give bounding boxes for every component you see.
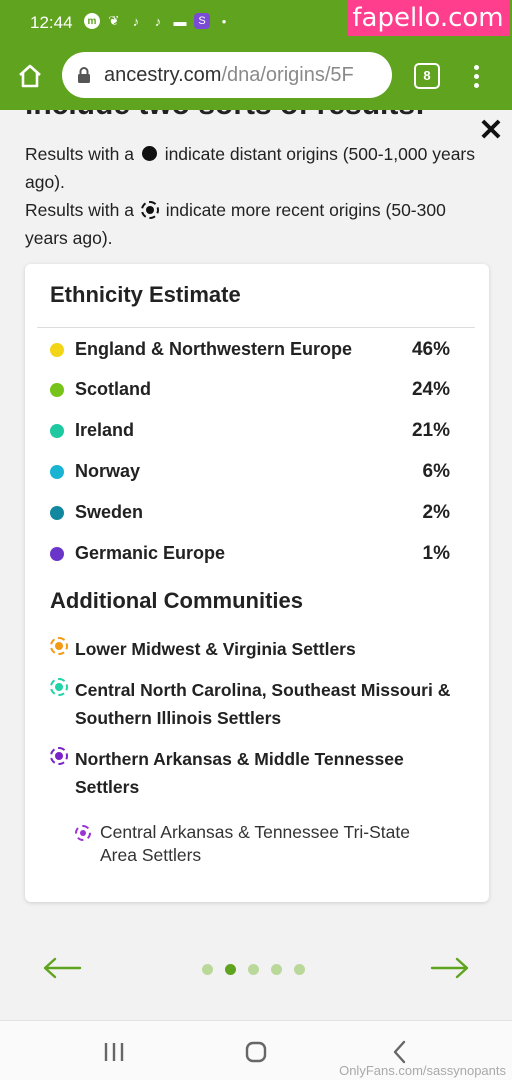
home-button-icon[interactable] [243, 1039, 269, 1065]
page-content: include two sorts of results: ✕ Results … [0, 110, 512, 1020]
app-notification-icon: S [194, 13, 210, 29]
ethnicity-row[interactable]: Germanic Europe 1% [50, 540, 450, 568]
page-dot[interactable] [294, 964, 305, 975]
next-arrow-icon[interactable] [430, 956, 470, 980]
intro-distant-prefix: Results with a [25, 144, 134, 164]
status-icons: m ❦ ♪ ♪ ▬ S • [84, 13, 232, 29]
tab-switcher-button[interactable]: 8 [414, 63, 440, 89]
url-domain: ancestry.com [104, 64, 222, 86]
ethnicity-percent: 2% [422, 502, 450, 523]
communities-title: Additional Communities [50, 588, 303, 613]
footer-watermark: OnlyFans.com/sassynopants [339, 1063, 506, 1078]
community-name: Lower Midwest & Virginia Settlers [75, 639, 356, 659]
overflow-menu-icon[interactable] [466, 62, 486, 92]
browser-top-bar: 12:44 m ❦ ♪ ♪ ▬ S • fapello.com ancestry… [0, 0, 512, 110]
ethnicity-name: Scotland [75, 379, 152, 399]
status-time: 12:44 [30, 13, 73, 32]
ethnicity-percent: 1% [422, 543, 450, 564]
sub-community-ring-icon [75, 825, 91, 841]
page-dot[interactable] [248, 964, 259, 975]
solid-dot-icon [141, 146, 157, 161]
url-text: ancestry.com/dna/origins/5F [104, 64, 354, 87]
ethnicity-name: England & Northwestern Europe [75, 339, 353, 359]
lock-icon [76, 66, 92, 84]
messenger-icon: m [84, 13, 100, 29]
community-row[interactable]: Central North Carolina, Southeast Missou… [50, 673, 460, 731]
chat-bubble-icon: ▬ [173, 13, 187, 29]
intro-recent-prefix: Results with a [25, 200, 134, 220]
page-dot[interactable] [271, 964, 282, 975]
section-heading: include two sorts of results: [25, 110, 425, 122]
previous-arrow-icon[interactable] [42, 956, 82, 980]
intro-recent: Results with a indicate more recent orig… [25, 196, 485, 252]
ethnicity-percent: 46% [411, 339, 450, 360]
page-dot[interactable] [202, 964, 213, 975]
ethnicity-row[interactable]: Norway 6% [50, 458, 450, 486]
back-icon[interactable] [387, 1039, 413, 1065]
home-icon[interactable] [16, 62, 44, 90]
card-title: Ethnicity Estimate [50, 282, 241, 307]
address-bar[interactable]: ancestry.com/dna/origins/5F [62, 52, 392, 98]
page-indicator-dots [202, 964, 305, 975]
tiktok-icon-2: ♪ [154, 13, 162, 29]
ethnicity-name: Norway [75, 461, 141, 481]
ethnicity-name: Ireland [75, 420, 135, 440]
ethnicity-color-dot [50, 547, 64, 561]
ethnicity-row[interactable]: Ireland 21% [50, 417, 450, 445]
community-ring-icon [50, 747, 68, 765]
dashed-ring-icon [140, 201, 159, 219]
ethnicity-color-dot [50, 343, 64, 357]
ethnicity-row[interactable]: Scotland 24% [50, 376, 450, 404]
ethnicity-color-dot [50, 383, 64, 397]
url-row: ancestry.com/dna/origins/5F 8 [0, 48, 512, 104]
community-name: Central North Carolina, Southeast Missou… [75, 680, 451, 728]
ethnicity-name: Sweden [75, 502, 144, 522]
ethnicity-name: Germanic Europe [75, 543, 226, 563]
carousel-pager [0, 950, 512, 990]
intro-distant: Results with a indicate distant origins … [25, 140, 485, 196]
ethnicity-color-dot [50, 506, 64, 520]
ethnicity-percent: 24% [411, 379, 450, 400]
sub-community-name: Central Arkansas & Tennessee Tri-State A… [100, 822, 410, 865]
ethnicity-row[interactable]: Sweden 2% [50, 499, 450, 527]
payment-icon: ❦ [108, 13, 120, 28]
ethnicity-percent: 6% [422, 461, 450, 482]
page-dot[interactable] [225, 964, 236, 975]
tiktok-icon: ♪ [132, 13, 140, 29]
recent-apps-icon[interactable] [101, 1039, 127, 1065]
watermark-banner: fapello.com [347, 0, 509, 36]
ethnicity-card: Ethnicity Estimate England & Northwester… [25, 264, 489, 902]
community-ring-icon [50, 678, 68, 696]
community-name: Northern Arkansas & Middle Tennessee Set… [75, 749, 404, 797]
divider [37, 327, 475, 328]
ethnicity-color-dot [50, 465, 64, 479]
community-row[interactable]: Lower Midwest & Virginia Settlers [50, 632, 460, 662]
url-path: /dna/origins/5F [221, 64, 354, 86]
community-ring-icon [50, 637, 68, 655]
system-navigation-bar: OnlyFans.com/sassynopants [0, 1020, 512, 1080]
ethnicity-percent: 21% [411, 420, 450, 441]
sub-community-row[interactable]: Central Arkansas & Tennessee Tri-State A… [75, 821, 455, 869]
ethnicity-color-dot [50, 424, 64, 438]
community-row[interactable]: Northern Arkansas & Middle Tennessee Set… [50, 742, 460, 800]
ethnicity-row[interactable]: England & Northwestern Europe 46% [50, 336, 450, 364]
more-notifications-dot: • [221, 13, 227, 29]
